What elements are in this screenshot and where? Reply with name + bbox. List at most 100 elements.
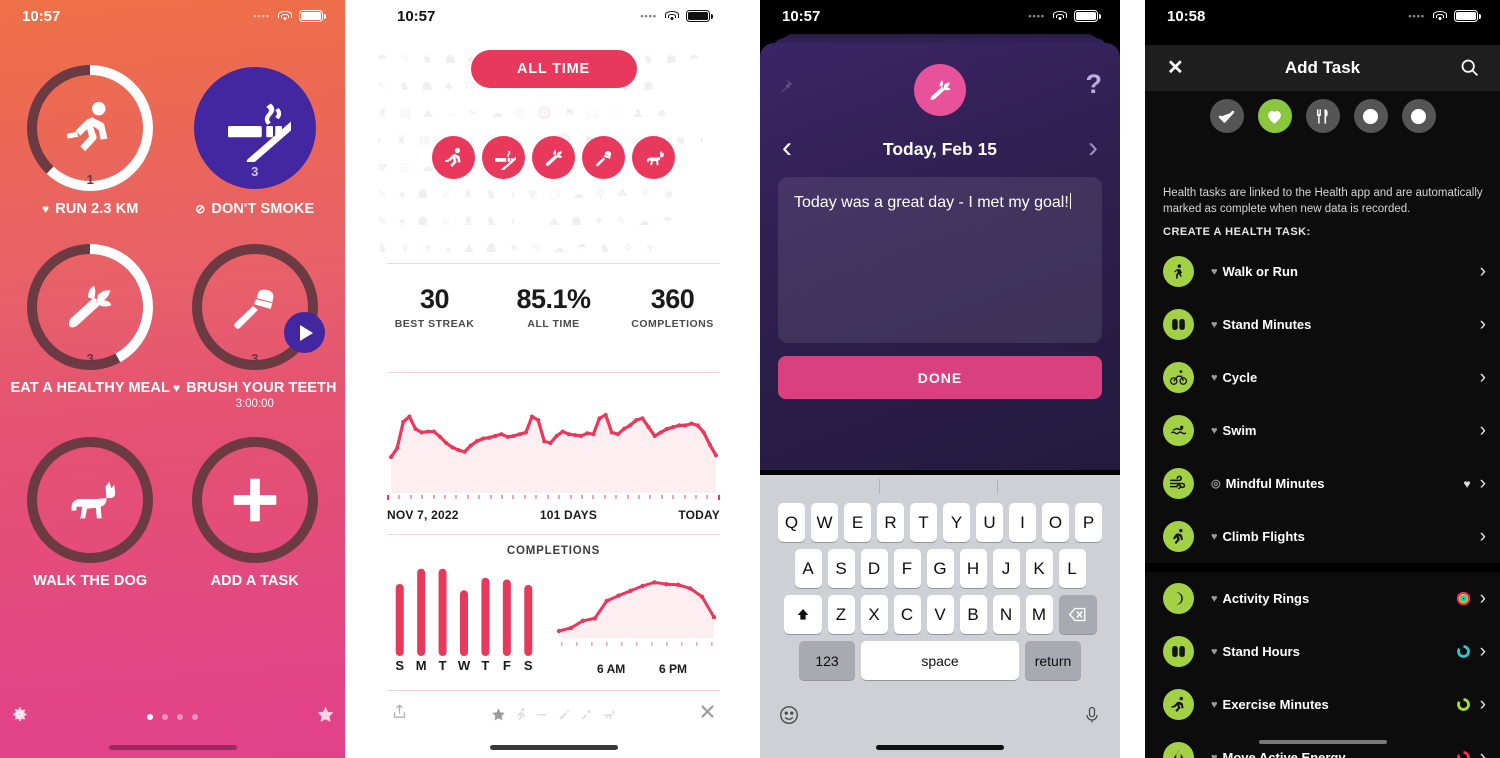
close-icon[interactable]: ✕ bbox=[1167, 58, 1184, 78]
health-task-row[interactable]: ◎ Mindful Minutes ♥ › bbox=[1145, 457, 1500, 510]
category-tabs bbox=[1145, 99, 1500, 133]
progress-ring-eat-healthy-meal[interactable]: 3 bbox=[24, 241, 156, 373]
filter-carrot-icon[interactable] bbox=[532, 136, 575, 179]
key-P[interactable]: P bbox=[1075, 503, 1102, 542]
add-task-header: ✕ Add Task bbox=[1145, 45, 1500, 91]
key-S[interactable]: S bbox=[827, 549, 855, 588]
key-F[interactable]: F bbox=[893, 549, 921, 588]
close-icon[interactable] bbox=[699, 703, 716, 725]
dog-icon bbox=[24, 434, 156, 566]
filter-dog-icon[interactable] bbox=[632, 136, 675, 179]
key-J[interactable]: J bbox=[992, 549, 1020, 588]
key-N[interactable]: N bbox=[992, 595, 1020, 634]
key-G[interactable]: G bbox=[926, 549, 954, 588]
habit-cell-brush-teeth[interactable]: 3 ♥ BRUSH YOUR TEETH 3:00:00 bbox=[173, 241, 338, 410]
habit-cell-run[interactable]: 1 ♥ RUN 2.3 KM bbox=[8, 62, 173, 217]
health-task-row[interactable]: ♥ Activity Rings › bbox=[1145, 572, 1500, 625]
key-B[interactable]: B bbox=[959, 595, 987, 634]
done-button[interactable]: DONE bbox=[778, 356, 1102, 399]
page-indicator[interactable] bbox=[147, 714, 198, 720]
key-X[interactable]: X bbox=[860, 595, 888, 634]
tab-avoid[interactable] bbox=[1401, 99, 1436, 133]
filter-toothbrush-icon[interactable] bbox=[582, 136, 625, 179]
health-task-row[interactable]: ♥ Exercise Minutes › bbox=[1145, 678, 1500, 731]
heart-bullet-icon: ♥ bbox=[1211, 645, 1218, 658]
habit-cell-walk-the-dog[interactable]: WALK THE DOG bbox=[8, 434, 173, 589]
habit-cell-add-a-task[interactable]: ADD A TASK bbox=[173, 434, 338, 589]
habit-cell-dont-smoke[interactable]: 3 ⊘ DON'T SMOKE bbox=[173, 62, 338, 217]
divider-2 bbox=[387, 372, 720, 374]
key-W[interactable]: W bbox=[811, 503, 838, 542]
key-Y[interactable]: Y bbox=[943, 503, 970, 542]
task-mini-icons[interactable] bbox=[491, 707, 616, 722]
space-key[interactable]: space bbox=[861, 641, 1019, 680]
health-task-row[interactable]: ♥ Stand Minutes › bbox=[1145, 298, 1500, 351]
microphone-icon[interactable] bbox=[1082, 704, 1102, 731]
habit-label-eat-healthy-meal: EAT A HEALTHY MEAL bbox=[11, 380, 170, 396]
key-L[interactable]: L bbox=[1058, 549, 1086, 588]
health-task-row[interactable]: ♥ Walk or Run › bbox=[1145, 245, 1500, 298]
key-R[interactable]: R bbox=[877, 503, 904, 542]
pin-icon[interactable] bbox=[776, 77, 794, 95]
tab-health[interactable] bbox=[1257, 99, 1292, 133]
key-I[interactable]: I bbox=[1009, 503, 1036, 542]
search-icon[interactable] bbox=[1459, 57, 1480, 78]
question-mark-icon[interactable]: ? bbox=[1086, 69, 1103, 100]
status-bar-p1: 10:57 •••• bbox=[0, 0, 345, 32]
habit-label-text: RUN 2.3 KM bbox=[55, 201, 139, 217]
key-Z[interactable]: Z bbox=[827, 595, 855, 634]
health-task-row[interactable]: ♥ Move Active Energy › bbox=[1145, 731, 1500, 758]
key-T[interactable]: T bbox=[910, 503, 937, 542]
key-A[interactable]: A bbox=[794, 549, 822, 588]
tab-checkmark[interactable] bbox=[1209, 99, 1244, 133]
progress-ring-brush-teeth[interactable]: 3 bbox=[189, 241, 325, 373]
key-E[interactable]: E bbox=[844, 503, 871, 542]
health-task-row[interactable]: ♥ Swim › bbox=[1145, 404, 1500, 457]
filter-no-smoking-icon[interactable] bbox=[482, 136, 525, 179]
wifi-icon bbox=[664, 10, 679, 22]
progress-ring-walk-the-dog[interactable] bbox=[24, 434, 156, 566]
key-V[interactable]: V bbox=[926, 595, 954, 634]
stat-completions: 360 COMPLETIONS bbox=[613, 284, 732, 330]
key-Q[interactable]: Q bbox=[778, 503, 805, 542]
key-K[interactable]: K bbox=[1025, 549, 1053, 588]
health-task-row[interactable]: ♥ Cycle › bbox=[1145, 351, 1500, 404]
no-smoking-icon bbox=[536, 713, 547, 716]
star-icon[interactable] bbox=[316, 705, 335, 729]
share-icon[interactable] bbox=[391, 702, 408, 726]
habit-label-text: WALK THE DOG bbox=[33, 573, 148, 589]
key-H[interactable]: H bbox=[959, 549, 987, 588]
health-task-name: ♥ Walk or Run bbox=[1211, 264, 1298, 279]
chevron-right-icon: › bbox=[1479, 640, 1486, 662]
battery-icon bbox=[1454, 10, 1481, 22]
habit-cell-eat-healthy-meal[interactable]: 3 EAT A HEALTHY MEAL bbox=[8, 241, 173, 410]
health-task-name: ♥ Climb Flights bbox=[1211, 529, 1305, 544]
progress-ring-run[interactable]: 1 bbox=[24, 62, 156, 194]
key-C[interactable]: C bbox=[893, 595, 921, 634]
scroll-indicator[interactable] bbox=[1258, 740, 1387, 744]
health-task-row[interactable]: ♥ Stand Hours › bbox=[1145, 625, 1500, 678]
note-text-area[interactable]: Today was a great day - I met my goal! bbox=[778, 177, 1102, 343]
numbers-key[interactable]: 123 bbox=[799, 641, 855, 680]
chevron-right-icon[interactable]: › bbox=[1088, 131, 1098, 165]
health-task-name: ◎ Mindful Minutes bbox=[1211, 476, 1325, 491]
key-M[interactable]: M bbox=[1025, 595, 1053, 634]
emoji-icon[interactable] bbox=[778, 704, 800, 731]
key-D[interactable]: D bbox=[860, 549, 888, 588]
key-O[interactable]: O bbox=[1042, 503, 1069, 542]
return-key[interactable]: return bbox=[1025, 641, 1081, 680]
shift-key[interactable] bbox=[783, 595, 822, 634]
backspace-key[interactable] bbox=[1058, 595, 1097, 634]
progress-ring-dont-smoke[interactable]: 3 bbox=[189, 62, 321, 194]
range-filter-button[interactable]: ALL TIME bbox=[470, 50, 637, 88]
task-filter-icons bbox=[375, 136, 732, 179]
tab-nutrition[interactable] bbox=[1305, 99, 1340, 133]
health-task-row[interactable]: ♥ Climb Flights › bbox=[1145, 510, 1500, 563]
filter-runner-icon[interactable] bbox=[432, 136, 475, 179]
gear-icon[interactable] bbox=[10, 705, 29, 729]
timer-play-button[interactable] bbox=[283, 312, 325, 353]
completions-by-weekday-chart bbox=[395, 568, 533, 656]
tab-time[interactable] bbox=[1353, 99, 1388, 133]
add-task-ring[interactable] bbox=[189, 434, 321, 566]
key-U[interactable]: U bbox=[976, 503, 1003, 542]
